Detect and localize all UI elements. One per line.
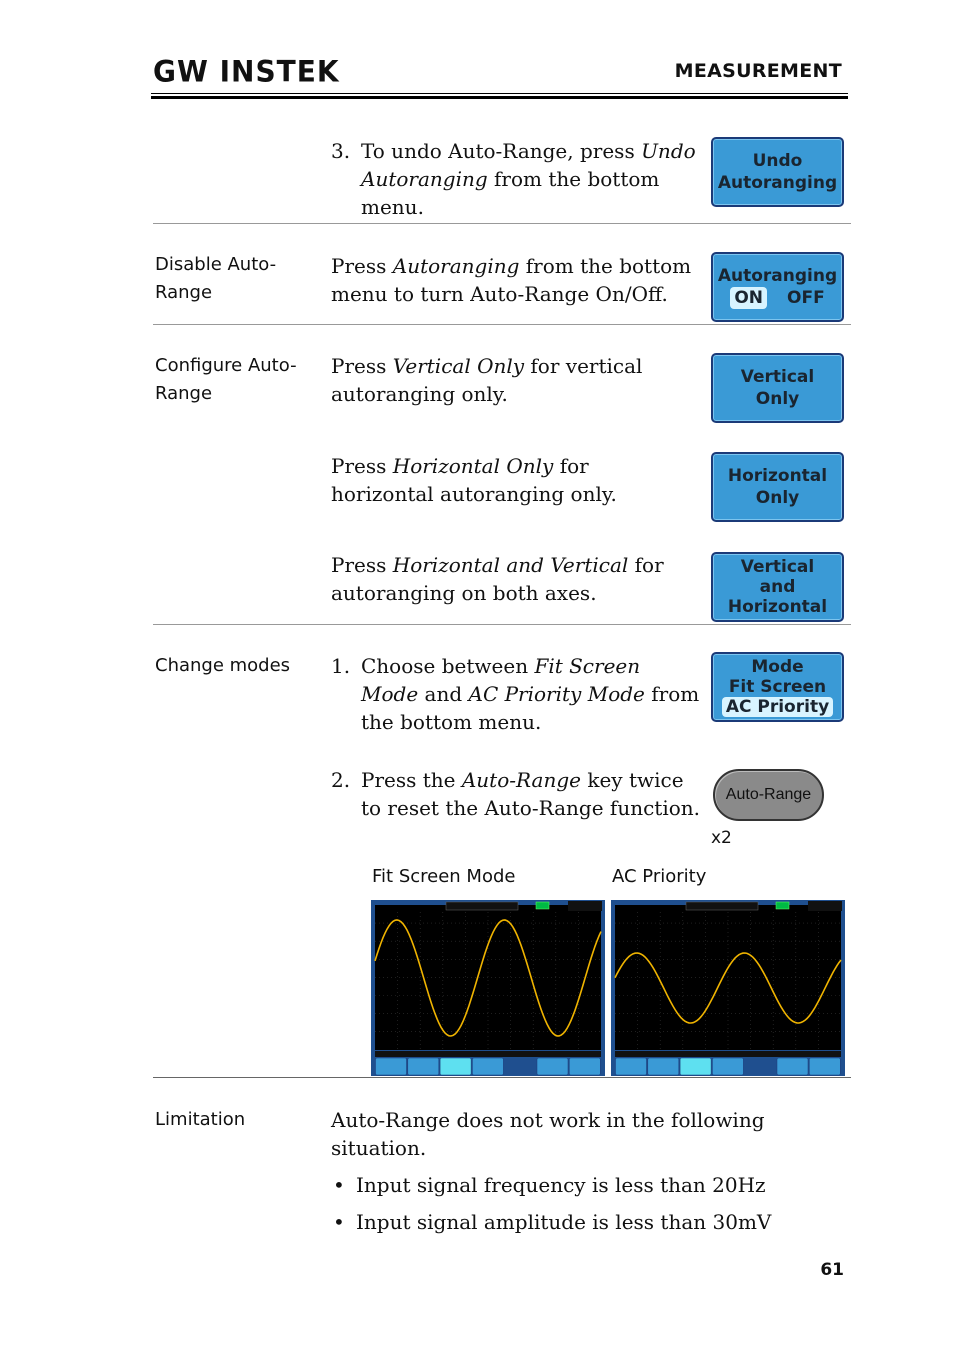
status-bar [375,1051,601,1057]
step-number: 1. [331,654,351,678]
header-rule-thin [151,93,848,94]
limitation-intro: Auto-Range does not work in the followin… [331,1108,765,1160]
on-option: ON [730,287,767,309]
bottom-menu-softkey [679,1057,712,1076]
step-text: To undo Auto-Range, press Undo Autorangi… [361,139,696,219]
off-option: OFF [787,288,825,308]
vertical-and-horizontal-softkey[interactable]: Vertical and Horizontal [711,552,844,622]
trigger-status [775,901,790,910]
softkey-line: Autoranging [717,173,838,193]
bottom-menu-softkey [776,1057,809,1076]
section-title: MEASUREMENT [674,60,842,82]
bottom-menu-softkey [569,1057,601,1076]
softkey-line: Only [755,389,800,409]
divider [153,624,851,625]
bottom-menu-softkey [375,1057,407,1076]
fit-screen-caption: Fit Screen Mode [372,866,516,887]
row-label-limitation: Limitation [155,1109,246,1130]
mode-softkey[interactable]: Mode Fit Screen AC Priority [711,652,844,722]
bottom-menu-softkey [712,1057,744,1076]
list-item: Input signal frequency is less than 20Hz [331,1171,801,1199]
softkey-selected-option: AC Priority [721,697,834,717]
bottom-menu-softkey [439,1057,472,1076]
bottom-menu-softkey [536,1057,569,1076]
scope-display [611,900,845,1076]
divider [153,223,851,224]
ac-priority-scope-image [611,900,845,1076]
step-text: Choose between Fit Screen Mode and AC Pr… [361,654,700,734]
undo-autoranging-softkey[interactable]: Undo Autoranging [711,137,844,207]
gw-instek-logo: GW INSTEK [153,54,340,89]
date-display [568,901,602,911]
softkey-line: Mode [751,657,804,677]
softkey-line: and [759,577,796,597]
step-number: 2. [331,768,351,792]
vertical-only-text: Press Vertical Only for vertical autoran… [331,354,643,406]
row-label-modes: Change modes [155,655,291,676]
memory-bar [685,901,759,911]
horizontal-only-text: Press Horizontal Only for horizontal aut… [331,454,617,506]
memory-bar [445,901,519,911]
row-label-configure: Configure Auto-Range [155,355,297,404]
softkey-line: Horizontal [727,466,828,486]
softkey-line: Horizontal [727,597,828,617]
ac-priority-caption: AC Priority [612,866,707,887]
divider [153,324,851,325]
divider [153,1077,851,1078]
horizontal-and-vertical-text: Press Horizontal and Vertical for autora… [331,553,664,605]
bottom-menu-softkey [647,1057,680,1076]
page-number: 61 [820,1260,844,1280]
date-display [808,901,842,911]
header-rule-thick [151,96,848,99]
limitation-list: Input signal frequency is less than 20Hz… [331,1171,801,1245]
softkey-line: Undo [752,151,803,171]
vertical-only-softkey[interactable]: Vertical Only [711,353,844,423]
auto-range-key[interactable]: Auto-Range [713,769,824,821]
fit-screen-scope-image [371,900,605,1076]
undo-step: 3. To undo Auto-Range, press Undo Autora… [331,137,701,221]
softkey-line: Only [755,488,800,508]
bottom-menu-softkey [615,1057,647,1076]
press-count: x2 [711,828,732,848]
row-label-disable: Disable Auto-Range [155,254,277,303]
softkey-line: Vertical [740,367,815,387]
softkey-line: Vertical [740,557,815,577]
list-item: Input signal amplitude is less than 30mV [331,1208,801,1236]
softkey-title: Autoranging [717,266,838,286]
status-bar [615,1051,841,1057]
trigger-status [535,901,550,910]
step-number: 3. [331,139,351,163]
disable-text: Press Autoranging from the bottom menu t… [331,254,692,306]
scope-display [371,900,605,1076]
softkey-line: Fit Screen [728,677,827,697]
mode-step-1: 1. Choose between Fit Screen Mode and AC… [331,652,701,736]
mode-step-2: 2. Press the Auto-Range key twice to res… [331,766,701,822]
horizontal-only-softkey[interactable]: Horizontal Only [711,452,844,522]
step-text: Press the Auto-Range key twice to reset … [361,768,700,820]
bottom-menu-softkey [472,1057,504,1076]
autoranging-toggle-softkey[interactable]: Autoranging ON OFF [711,252,844,322]
bottom-menu-softkey [809,1057,841,1076]
bottom-menu-softkey [407,1057,440,1076]
